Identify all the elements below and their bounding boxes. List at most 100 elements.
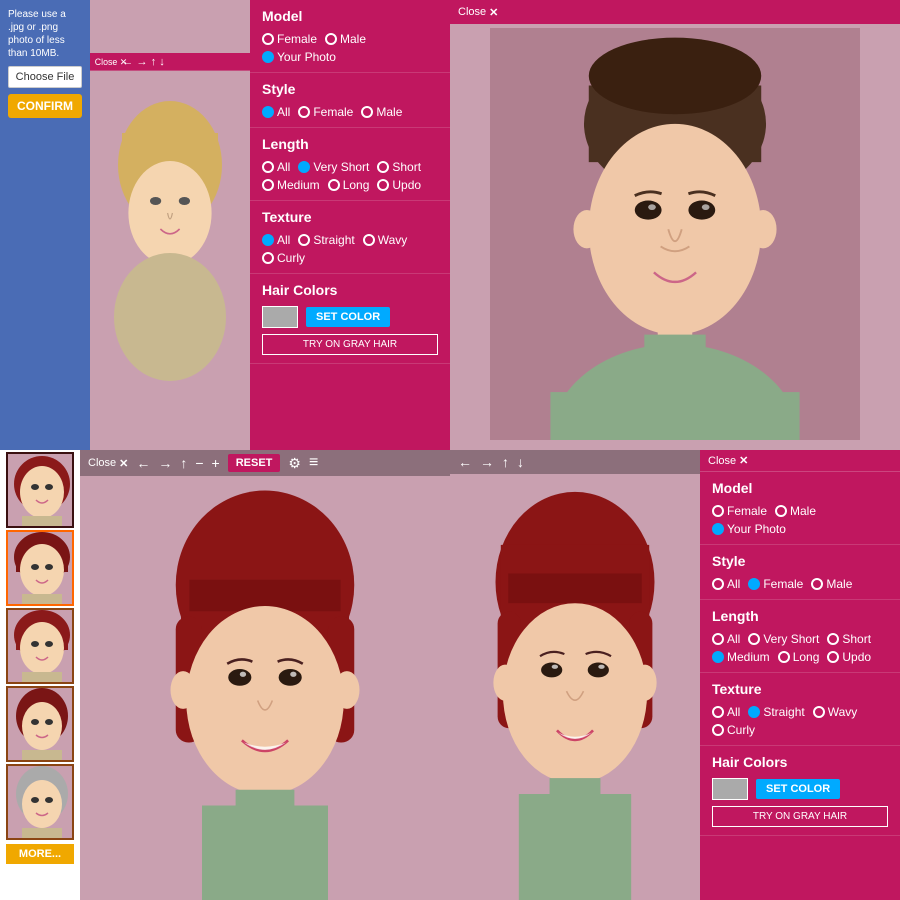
br-texture-curly-radio[interactable] bbox=[712, 724, 724, 736]
br-close-button[interactable]: Close ✕ bbox=[708, 454, 748, 467]
tl-model-yourphoto-radio[interactable] bbox=[262, 51, 274, 63]
br-arrow-up[interactable]: ↑ bbox=[502, 454, 509, 470]
br-texture-curly[interactable]: Curly bbox=[712, 723, 755, 737]
confirm-button[interactable]: CONFIRM bbox=[8, 94, 82, 118]
br-style-male[interactable]: Male bbox=[811, 577, 852, 591]
tl-length-updo[interactable]: Updo bbox=[377, 178, 421, 192]
tl-length-long-radio[interactable] bbox=[328, 179, 340, 191]
br-length-vshort[interactable]: Very Short bbox=[748, 632, 819, 646]
br-length-long[interactable]: Long bbox=[778, 650, 820, 664]
br-set-color-button[interactable]: SET COLOR bbox=[756, 779, 840, 799]
br-length-short-radio[interactable] bbox=[827, 633, 839, 645]
tl-style-all-radio[interactable] bbox=[262, 106, 274, 118]
thumbnail-4[interactable] bbox=[6, 686, 74, 762]
br-length-short[interactable]: Short bbox=[827, 632, 871, 646]
thumbnail-2[interactable] bbox=[6, 530, 74, 606]
bl-arrow-up[interactable]: ↑ bbox=[180, 455, 187, 471]
tl-texture-wavy[interactable]: Wavy bbox=[363, 233, 408, 247]
tl-set-color-button[interactable]: SET COLOR bbox=[306, 307, 390, 327]
tl-length-long[interactable]: Long bbox=[328, 178, 370, 192]
tl-texture-curly[interactable]: Curly bbox=[262, 251, 305, 265]
br-style-all[interactable]: All bbox=[712, 577, 740, 591]
br-length-all[interactable]: All bbox=[712, 632, 740, 646]
br-texture-wavy-radio[interactable] bbox=[813, 706, 825, 718]
br-try-gray-button[interactable]: TRY ON GRAY HAIR bbox=[712, 806, 888, 827]
thumbnail-5[interactable] bbox=[6, 764, 74, 840]
tl-try-gray-button[interactable]: TRY ON GRAY HAIR bbox=[262, 334, 438, 355]
br-model-male[interactable]: Male bbox=[775, 504, 816, 518]
tl-length-short[interactable]: Short bbox=[377, 160, 421, 174]
br-preview-area: ← → ↑ ↓ bbox=[450, 450, 700, 900]
br-length-medium[interactable]: Medium bbox=[712, 650, 770, 664]
tl-color-row: SET COLOR bbox=[262, 306, 438, 328]
tl-length-medium[interactable]: Medium bbox=[262, 178, 320, 192]
br-model-yourphoto[interactable]: Your Photo bbox=[712, 522, 786, 536]
bl-arrow-right[interactable]: → bbox=[158, 455, 172, 471]
tl-model-female-radio[interactable] bbox=[262, 33, 274, 45]
br-model-female[interactable]: Female bbox=[712, 504, 767, 518]
bl-arrow-left[interactable]: ← bbox=[136, 455, 150, 471]
tl-texture-wavy-radio[interactable] bbox=[363, 234, 375, 246]
br-color-swatch[interactable] bbox=[712, 778, 748, 800]
bl-close-button[interactable]: Close ✕ bbox=[88, 457, 128, 470]
tl-model-yourphoto[interactable]: Your Photo bbox=[262, 50, 336, 64]
br-texture-all[interactable]: All bbox=[712, 705, 740, 719]
tl-length-short-radio[interactable] bbox=[377, 161, 389, 173]
br-portrait-container bbox=[450, 476, 700, 900]
tl-model-male[interactable]: Male bbox=[325, 32, 366, 46]
tl-style-all[interactable]: All bbox=[262, 105, 290, 119]
br-style-female-radio[interactable] bbox=[748, 578, 760, 590]
tl-length-all[interactable]: All bbox=[262, 160, 290, 174]
thumbnail-1[interactable] bbox=[6, 452, 74, 528]
br-model-female-radio[interactable] bbox=[712, 505, 724, 517]
hamburger-icon[interactable]: ≡ bbox=[309, 454, 318, 472]
tl-style-female-radio[interactable] bbox=[298, 106, 310, 118]
tl-texture-all[interactable]: All bbox=[262, 233, 290, 247]
br-texture-wavy[interactable]: Wavy bbox=[813, 705, 858, 719]
bl-toolbar: Close ✕ ← → ↑ − + RESET ⚙ ≡ bbox=[80, 450, 450, 476]
tl-model-male-radio[interactable] bbox=[325, 33, 337, 45]
tr-close-button[interactable]: Close ✕ bbox=[458, 6, 498, 19]
tl-length-all-radio[interactable] bbox=[262, 161, 274, 173]
tl-style-title: Style bbox=[262, 81, 438, 97]
br-texture-all-radio[interactable] bbox=[712, 706, 724, 718]
tl-length-medium-radio[interactable] bbox=[262, 179, 274, 191]
tl-length-updo-radio[interactable] bbox=[377, 179, 389, 191]
br-style-male-radio[interactable] bbox=[811, 578, 823, 590]
tl-length-vshort[interactable]: Very Short bbox=[298, 160, 369, 174]
br-arrow-left[interactable]: ← bbox=[458, 454, 472, 470]
tl-texture-straight[interactable]: Straight bbox=[298, 233, 354, 247]
tl-texture-curly-radio[interactable] bbox=[262, 252, 274, 264]
br-settings-panel: Close ✕ Model Female Male Your Photo bbox=[700, 450, 900, 900]
tl-model-female[interactable]: Female bbox=[262, 32, 317, 46]
tl-style-male-radio[interactable] bbox=[361, 106, 373, 118]
tl-texture-straight-radio[interactable] bbox=[298, 234, 310, 246]
br-length-updo-radio[interactable] bbox=[827, 651, 839, 663]
br-model-male-radio[interactable] bbox=[775, 505, 787, 517]
br-style-female[interactable]: Female bbox=[748, 577, 803, 591]
br-close-label: Close bbox=[708, 455, 736, 467]
settings-icon[interactable]: ⚙ bbox=[288, 455, 301, 472]
tl-length-vshort-radio[interactable] bbox=[298, 161, 310, 173]
br-texture-straight[interactable]: Straight bbox=[748, 705, 804, 719]
bl-minus[interactable]: − bbox=[195, 455, 203, 471]
br-length-all-radio[interactable] bbox=[712, 633, 724, 645]
more-button[interactable]: MORE... bbox=[6, 844, 74, 864]
tl-texture-all-radio[interactable] bbox=[262, 234, 274, 246]
tl-style-male[interactable]: Male bbox=[361, 105, 402, 119]
br-arrow-down[interactable]: ↓ bbox=[517, 454, 524, 470]
br-arrow-right[interactable]: → bbox=[480, 454, 494, 470]
tl-style-female[interactable]: Female bbox=[298, 105, 353, 119]
tl-color-swatch[interactable] bbox=[262, 306, 298, 328]
br-texture-straight-radio[interactable] bbox=[748, 706, 760, 718]
bl-reset-button[interactable]: RESET bbox=[228, 454, 281, 472]
bl-plus[interactable]: + bbox=[212, 455, 220, 471]
br-length-vshort-radio[interactable] bbox=[748, 633, 760, 645]
choose-file-button[interactable]: Choose File bbox=[8, 66, 82, 88]
br-style-all-radio[interactable] bbox=[712, 578, 724, 590]
thumbnail-3[interactable] bbox=[6, 608, 74, 684]
br-length-medium-radio[interactable] bbox=[712, 651, 724, 663]
br-length-updo[interactable]: Updo bbox=[827, 650, 871, 664]
br-length-long-radio[interactable] bbox=[778, 651, 790, 663]
br-model-yourphoto-radio[interactable] bbox=[712, 523, 724, 535]
